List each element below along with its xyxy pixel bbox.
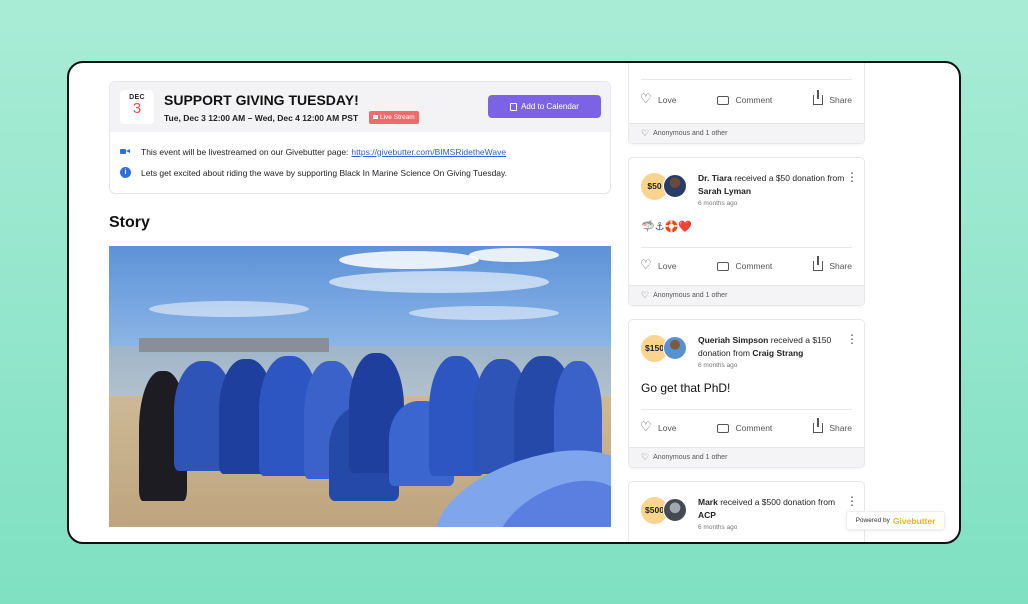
feed-card: Love Comment Share ♡ Anonymous and 1 oth… <box>628 63 865 144</box>
live-stream-label: Live Stream <box>380 114 415 121</box>
comment-button[interactable]: Comment <box>717 95 772 105</box>
info-icon: i <box>120 167 131 178</box>
heart-icon: ♡ <box>641 290 650 300</box>
reactions-footer[interactable]: ♡ Anonymous and 1 other <box>629 447 864 467</box>
share-icon <box>813 256 824 271</box>
event-title: SUPPORT GIVING TUESDAY! <box>164 92 359 108</box>
donation-message: Go get that PhD! <box>641 381 731 395</box>
reactions-footer[interactable]: ♡ Anonymous and 1 other <box>629 123 864 143</box>
event-time: Tue, Dec 3 12:00 AM – Wed, Dec 4 12:00 A… <box>164 113 359 123</box>
comment-icon <box>717 423 730 433</box>
share-button[interactable]: Share <box>813 256 852 271</box>
heart-icon: ♡ <box>641 128 650 138</box>
donation-feed: Love Comment Share ♡ Anonymous and 1 oth… <box>628 63 865 542</box>
donation-message: 🦈⚓🛟❤️ <box>641 220 692 233</box>
add-to-calendar-label: Add to Calendar <box>521 102 579 111</box>
givebutter-logo: Givebutter <box>892 515 936 526</box>
add-to-calendar-button[interactable]: Add to Calendar <box>488 95 601 118</box>
more-options-icon[interactable]: ⋮ <box>846 171 858 183</box>
event-description: Lets get excited about riding the wave b… <box>141 167 508 178</box>
comment-button[interactable]: Comment <box>717 261 772 271</box>
event-header: DEC 3 SUPPORT GIVING TUESDAY! Tue, Dec 3… <box>110 82 610 132</box>
reactions-text: Anonymous and 1 other <box>653 130 728 137</box>
story-image <box>109 246 611 527</box>
livestream-link[interactable]: https://givebutter.com/BIMSRidetheWave <box>351 147 506 157</box>
powered-by-label: Powered by <box>855 517 890 524</box>
love-button[interactable]: Love <box>640 257 676 273</box>
calendar-icon <box>510 102 518 111</box>
event-details: This event will be livestreamed on our G… <box>110 132 610 193</box>
heart-icon <box>640 257 652 273</box>
main-content: DEC 3 SUPPORT GIVING TUESDAY! Tue, Dec 3… <box>109 81 611 527</box>
feed-card: $500 Mark received a $500 donation from … <box>628 481 865 542</box>
video-icon <box>120 146 131 157</box>
feed-card: $150 Queriah Simpson received a $150 don… <box>628 319 865 468</box>
live-stream-badge: Live Stream <box>369 111 419 124</box>
reactions-text: Anonymous and 1 other <box>653 292 728 299</box>
camera-icon <box>373 115 378 120</box>
more-options-icon[interactable]: ⋮ <box>846 495 858 507</box>
comment-button[interactable]: Comment <box>717 423 772 433</box>
feed-card: $50 Dr. Tiara received a $50 donation fr… <box>628 157 865 306</box>
more-options-icon[interactable]: ⋮ <box>846 333 858 345</box>
reactions-footer[interactable]: ♡ Anonymous and 1 other <box>629 285 864 305</box>
love-button[interactable]: Love <box>640 419 676 435</box>
share-button[interactable]: Share <box>813 90 852 105</box>
time-ago: 6 months ago <box>698 524 738 531</box>
powered-by-badge[interactable]: Powered by Givebutter <box>846 511 945 530</box>
event-date-badge: DEC 3 <box>120 90 154 124</box>
comment-icon <box>717 95 730 105</box>
livestream-text: This event will be livestreamed on our G… <box>141 146 349 157</box>
story-heading: Story <box>109 214 150 231</box>
description-line: i Lets get excited about riding the wave… <box>120 162 600 183</box>
donation-summary: Queriah Simpson received a $150 donation… <box>698 335 832 358</box>
reactions-text: Anonymous and 1 other <box>653 454 728 461</box>
avatar <box>663 336 687 360</box>
heart-icon <box>640 419 652 435</box>
share-button[interactable]: Share <box>813 418 852 433</box>
love-button[interactable]: Love <box>640 91 676 107</box>
app-window: DEC 3 SUPPORT GIVING TUESDAY! Tue, Dec 3… <box>67 61 961 544</box>
livestream-line: This event will be livestreamed on our G… <box>120 141 600 162</box>
heart-icon: ♡ <box>641 452 650 462</box>
donation-summary: Mark received a $500 donation from ACP <box>698 497 836 520</box>
avatar <box>663 174 687 198</box>
event-card: DEC 3 SUPPORT GIVING TUESDAY! Tue, Dec 3… <box>109 81 611 194</box>
share-icon <box>813 418 824 433</box>
time-ago: 6 months ago <box>698 362 738 369</box>
share-icon <box>813 90 824 105</box>
donation-summary: Dr. Tiara received a $50 donation from S… <box>698 173 845 196</box>
time-ago: 6 months ago <box>698 200 738 207</box>
heart-icon <box>640 91 652 107</box>
avatar <box>663 498 687 522</box>
event-day: 3 <box>132 100 142 117</box>
comment-icon <box>717 261 730 271</box>
